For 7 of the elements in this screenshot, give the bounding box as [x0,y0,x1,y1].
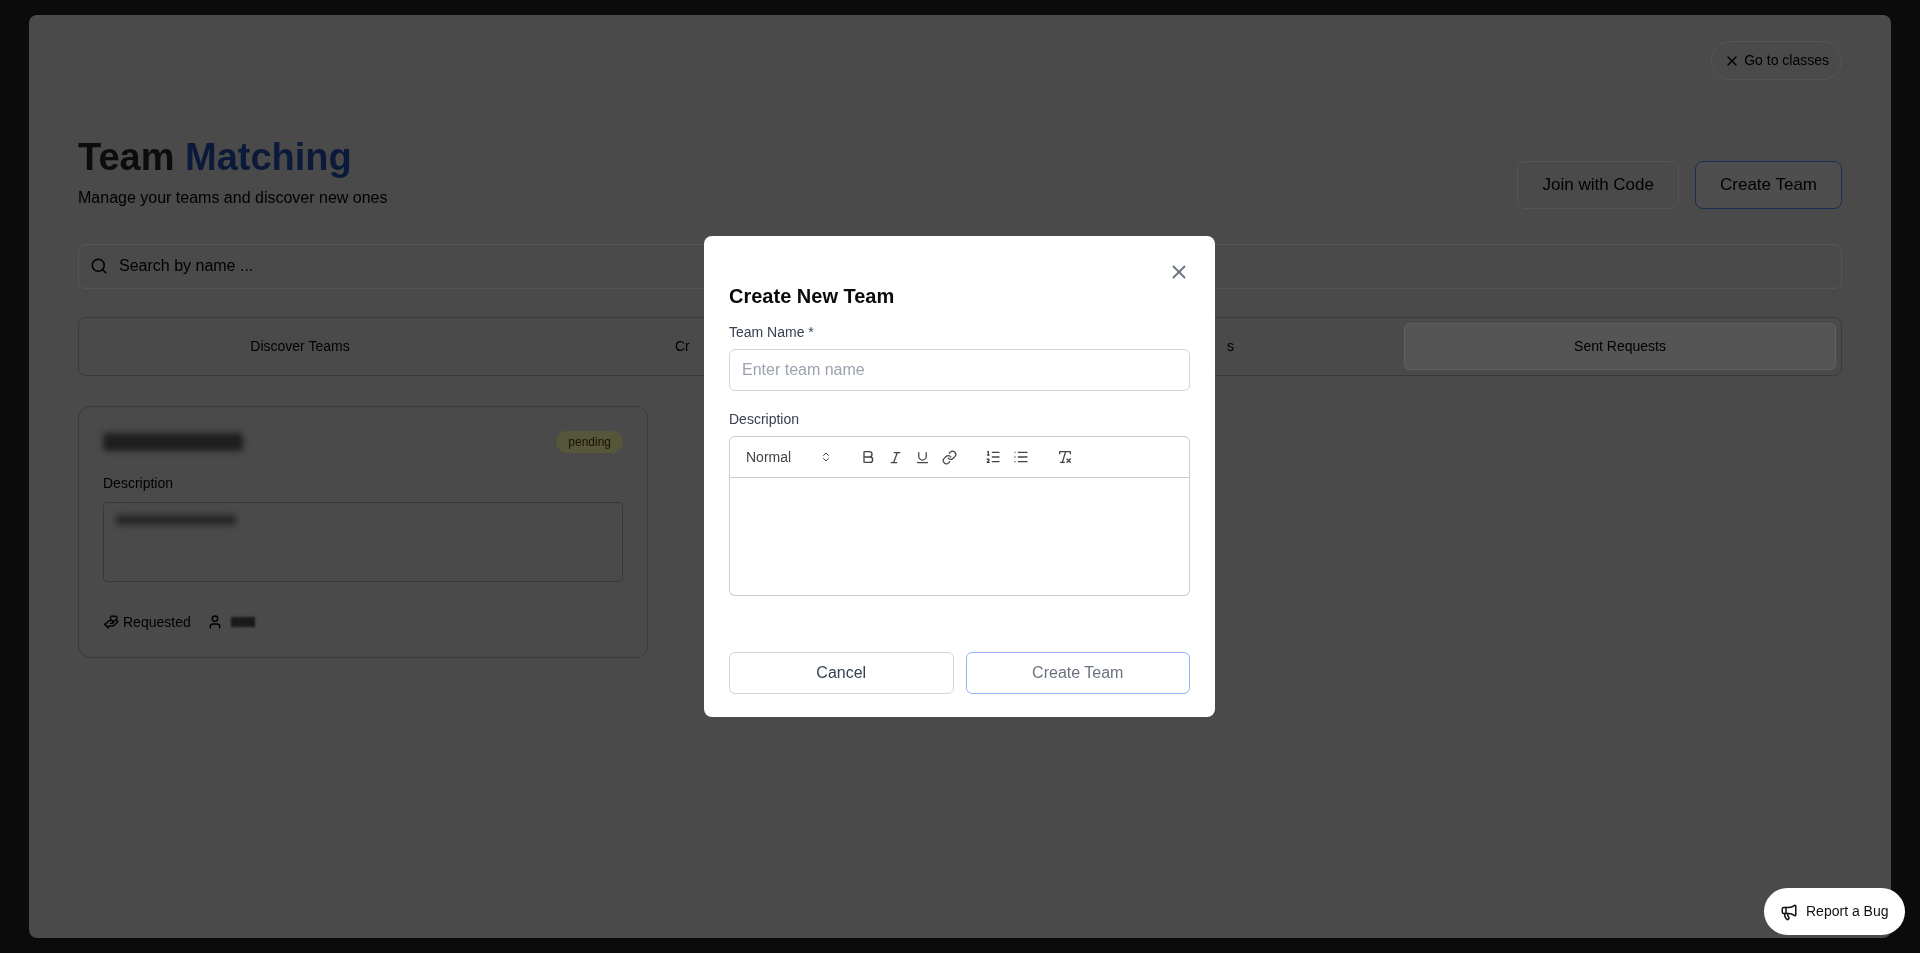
team-name-label: Team Name * [729,323,815,342]
description-label: Description [729,410,801,429]
description-label: Description [103,473,175,493]
page-subtitle: Manage your teams and discover new ones [78,187,388,208]
status-badge: pending [556,430,623,453]
page-title: Team Matching [78,135,353,180]
request-state: Requested [123,612,191,632]
